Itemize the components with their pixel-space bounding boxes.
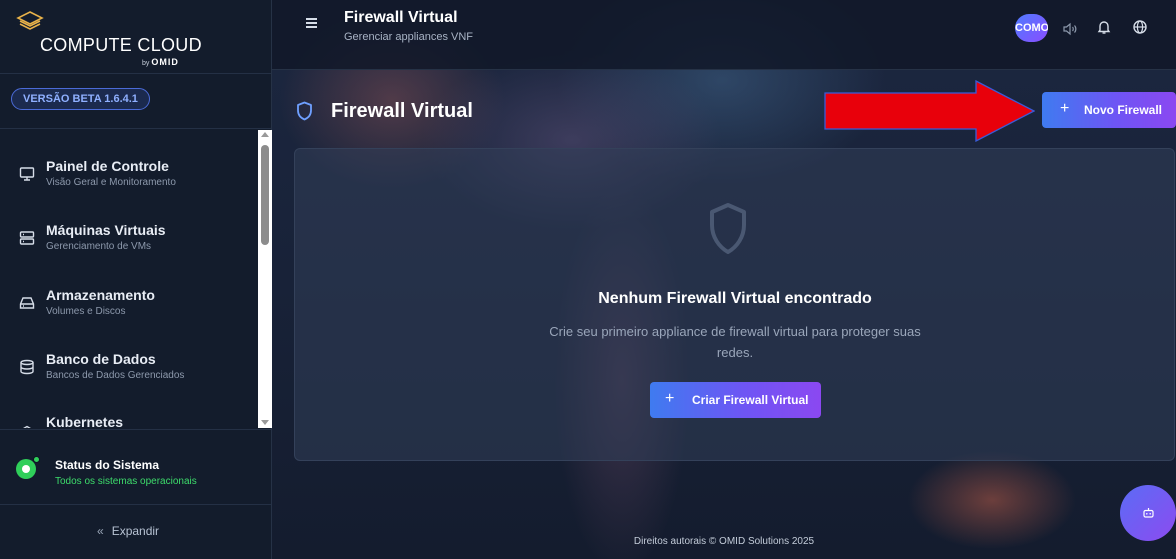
topbar-title: Firewall Virtual [344, 9, 458, 26]
hard-drive-icon [19, 297, 35, 309]
monitor-icon [19, 167, 35, 181]
sidebar-item-subtitle: Gerenciamento de VMs [46, 241, 152, 252]
app-window: COMPUTE CLOUD by OMID VERSÃO BETA 1.6.4.… [0, 0, 1176, 559]
topbar: Firewall Virtual Gerenciar appliances VN… [272, 0, 1176, 70]
sidebar-item-title: Kubernetes [46, 414, 124, 428]
volume-icon[interactable] [1062, 21, 1078, 37]
database-icon [20, 359, 34, 375]
brand-company: OMID [151, 57, 179, 67]
sidebar-item-title: Máquinas Virtuais [46, 222, 166, 238]
server-icon [19, 231, 35, 245]
empty-state-description: Crie seu primeiro appliance de firewall … [549, 324, 921, 360]
footer-copyright: Direitos autorais © OMID Solutions 2025 [633, 536, 815, 547]
create-firewall-button[interactable]: + Criar Firewall Virtual [650, 382, 821, 418]
bell-icon[interactable] [1096, 19, 1112, 35]
empty-shield-icon [710, 203, 746, 254]
sidebar-item-title: Banco de Dados [46, 351, 156, 367]
sidebar: COMPUTE CLOUD by OMID VERSÃO BETA 1.6.4.… [0, 0, 272, 559]
plus-icon: + [665, 390, 675, 407]
page-title: Firewall Virtual [331, 100, 473, 122]
system-status[interactable]: Status do Sistema Todos os sistemas oper… [0, 429, 271, 504]
sidebar-item-painel-de-controle[interactable]: Painel de Controle Visão Geral e Monitor… [0, 158, 258, 214]
brand-by: by [142, 60, 150, 67]
empty-state-card: Nenhum Firewall Virtual encontrado Crie … [294, 148, 1175, 461]
sidebar-nav: Painel de Controle Visão Geral e Monitor… [0, 130, 258, 428]
topbar-subtitle: Gerenciar appliances VNF [344, 31, 474, 43]
sidebar-item-title: Armazenamento [46, 287, 155, 303]
create-firewall-label: Criar Firewall Virtual [692, 393, 809, 407]
brand-logo[interactable]: COMPUTE CLOUD by OMID [0, 0, 271, 74]
kubernetes-icon [23, 425, 31, 428]
globe-icon[interactable] [1132, 19, 1148, 35]
status-subtitle: Todos os sistemas operacionais [55, 476, 197, 487]
new-firewall-label: Novo Firewall [1084, 103, 1163, 117]
brand-title: COMPUTE CLOUD [40, 35, 202, 55]
scroll-up-arrow-icon[interactable] [261, 132, 269, 137]
empty-state-title: Nenhum Firewall Virtual encontrado [598, 290, 872, 307]
expand-sidebar-button[interactable]: « Expandir [97, 524, 159, 538]
status-indicator-icon [16, 459, 36, 479]
expand-area: « Expandir [0, 504, 271, 559]
scrollbar-thumb[interactable] [261, 145, 269, 245]
sidebar-item-subtitle: Volumes e Discos [46, 306, 126, 317]
sidebar-item-armazenamento[interactable]: Armazenamento Volumes e Discos [0, 287, 258, 343]
sidebar-item-maquinas-virtuais[interactable]: Máquinas Virtuais Gerenciamento de VMs [0, 222, 258, 278]
plus-icon: + [1060, 100, 1070, 117]
status-ping-icon [33, 456, 40, 463]
version-area: VERSÃO BETA 1.6.4.1 [0, 74, 271, 129]
sidebar-scrollbar[interactable] [258, 130, 272, 428]
sidebar-item-subtitle: Visão Geral e Monitoramento [46, 177, 176, 188]
hamburger-menu-icon[interactable] [306, 17, 320, 29]
double-chevron-left-icon: « [97, 524, 104, 538]
expand-label: Expandir [111, 524, 160, 538]
cloud-logo-icon [16, 11, 44, 30]
sidebar-item-title: Painel de Controle [46, 158, 169, 174]
chatbot-button[interactable] [1120, 485, 1176, 541]
status-title: Status do Sistema [55, 458, 160, 472]
annotation-arrow-icon [824, 80, 1035, 142]
brand-byline: by OMID [142, 57, 179, 67]
shield-icon [297, 101, 312, 121]
bot-icon [1143, 508, 1154, 518]
user-avatar[interactable]: COMO [1015, 14, 1048, 42]
main-content: Firewall Virtual Gerenciar appliances VN… [272, 0, 1176, 559]
version-badge: VERSÃO BETA 1.6.4.1 [11, 88, 150, 110]
new-firewall-button[interactable]: + Novo Firewall [1042, 92, 1176, 128]
sidebar-item-banco-de-dados[interactable]: Banco de Dados Bancos de Dados Gerenciad… [0, 351, 258, 407]
sidebar-item-subtitle: Bancos de Dados Gerenciados [46, 370, 185, 381]
sidebar-item-kubernetes[interactable]: Kubernetes [0, 414, 258, 428]
scroll-down-arrow-icon[interactable] [261, 420, 269, 425]
